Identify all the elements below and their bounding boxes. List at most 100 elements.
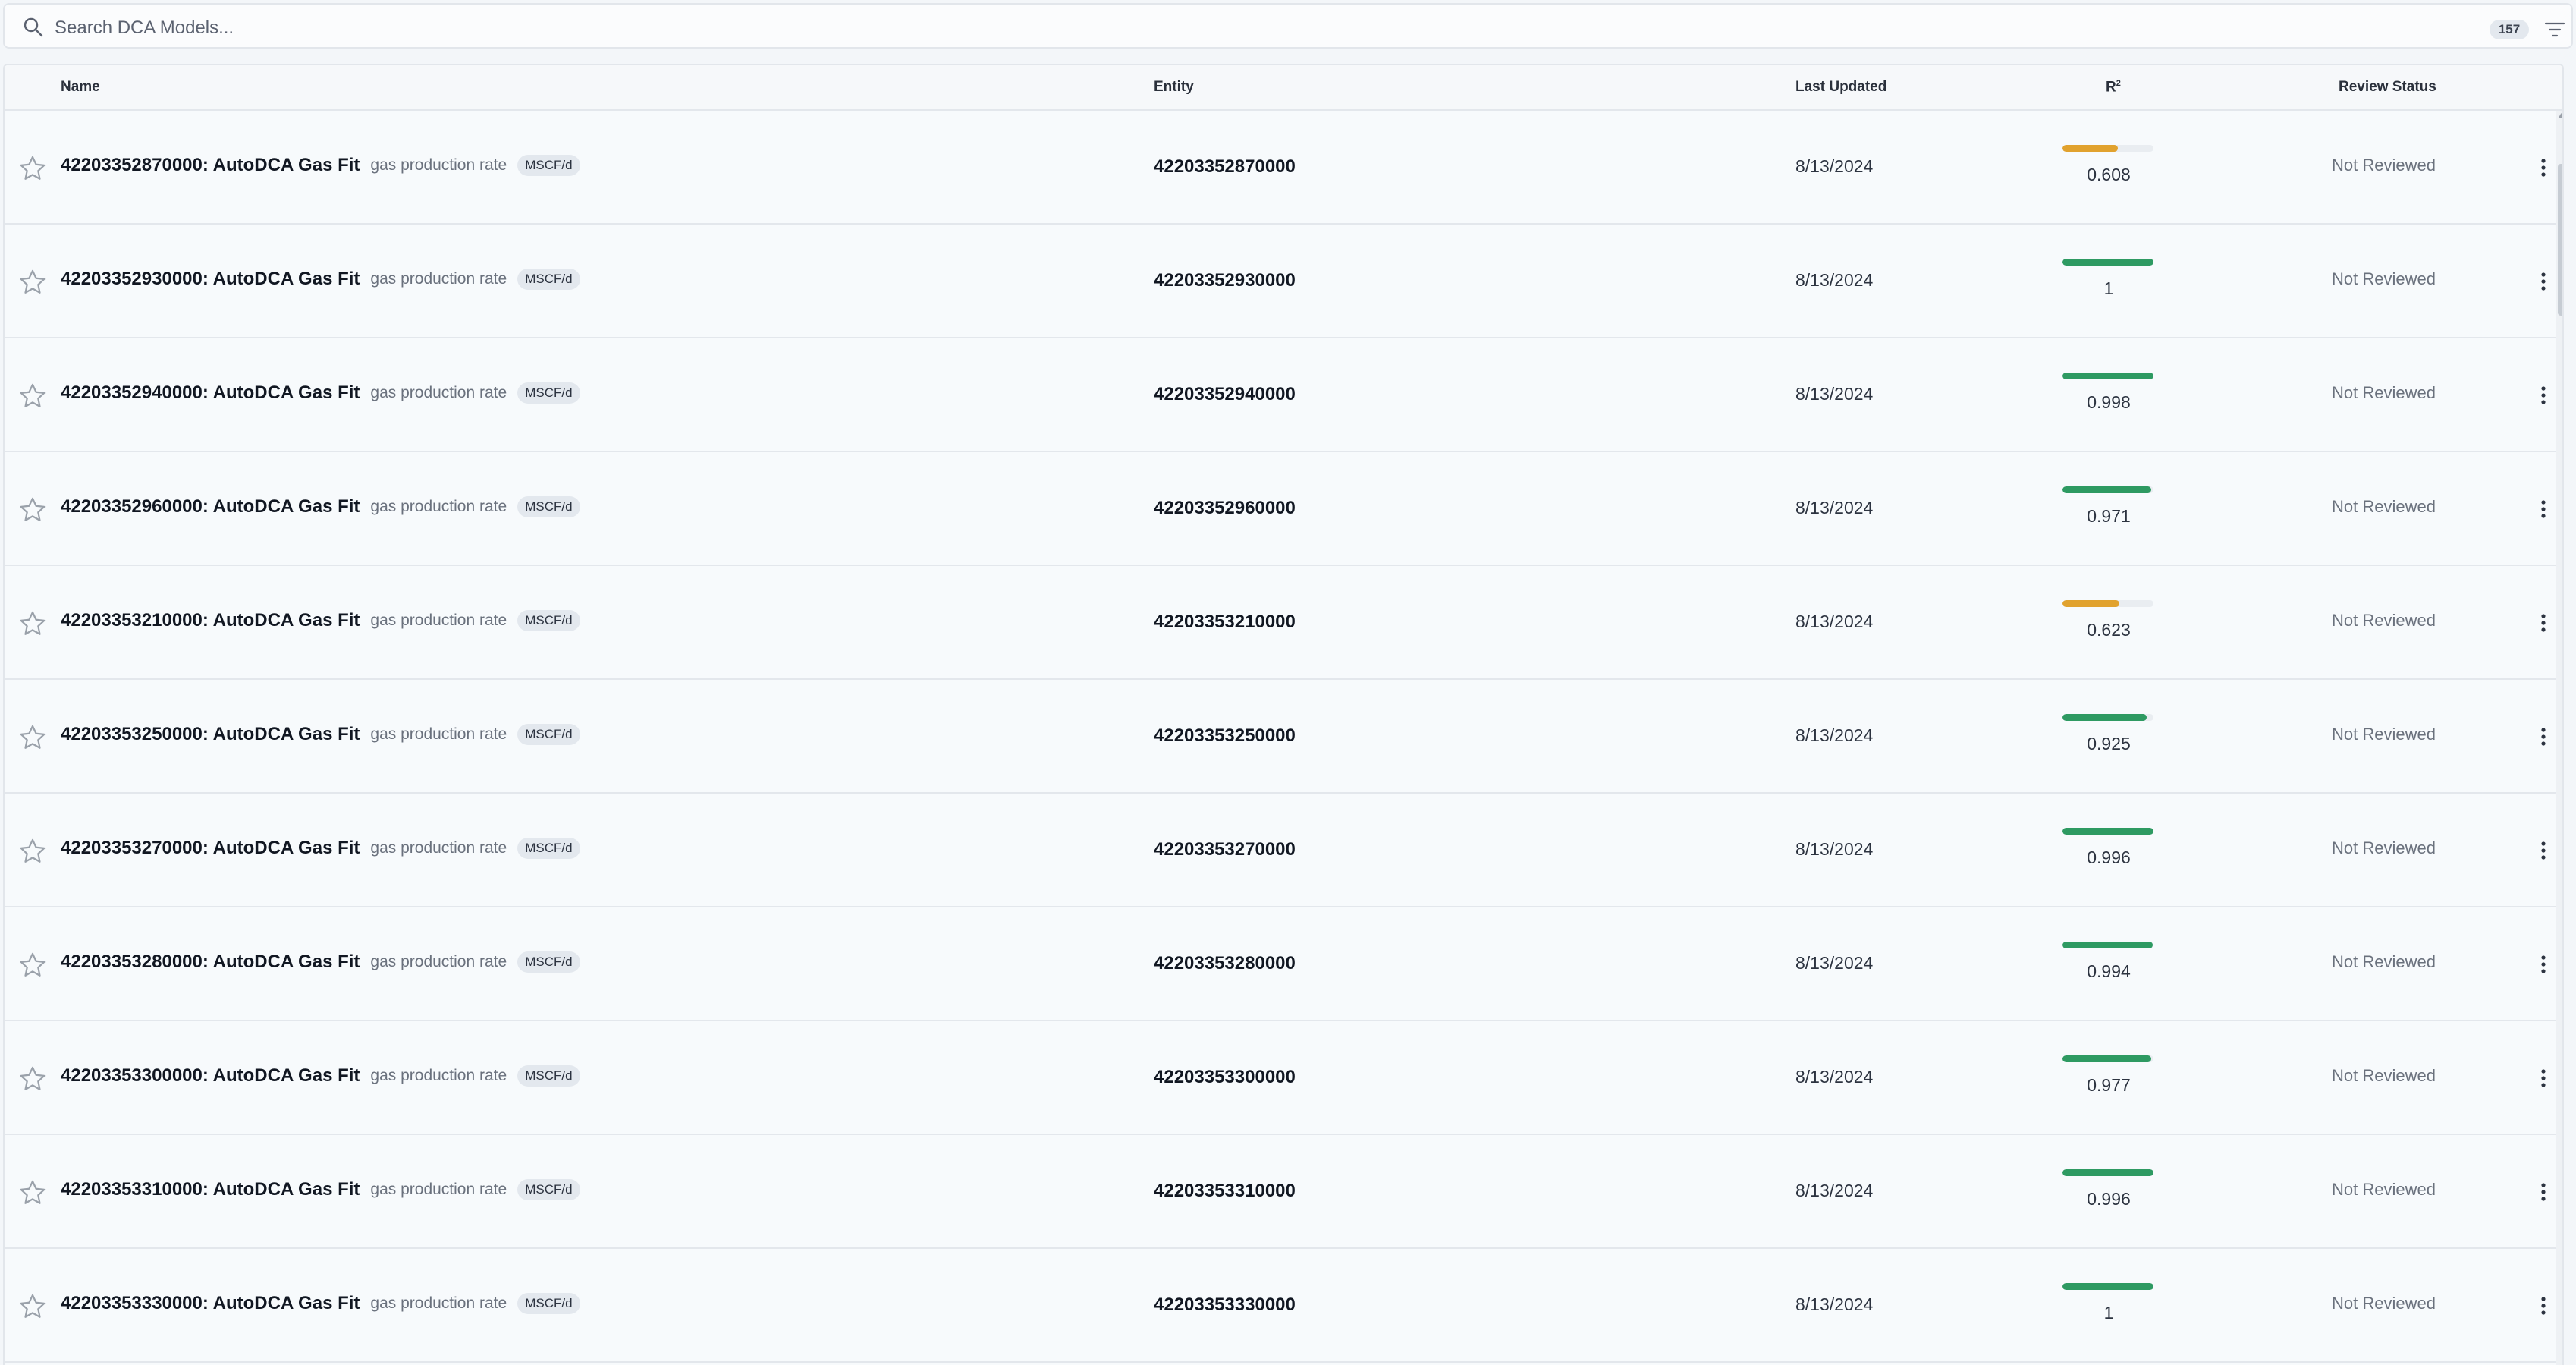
model-name[interactable]: 42203353210000: AutoDCA Gas Fit: [61, 610, 360, 631]
last-updated: 8/13/2024: [1795, 953, 1874, 973]
entity-id: 42203353300000: [1154, 1067, 1296, 1087]
table-row[interactable]: 42203353270000: AutoDCA Gas Fit gas prod…: [5, 794, 2562, 907]
table-row[interactable]: 42203353250000: AutoDCA Gas Fit gas prod…: [5, 680, 2562, 794]
unit-badge: MSCF/d: [517, 724, 580, 745]
more-options-icon[interactable]: [2534, 951, 2552, 977]
r2-bar: [2062, 259, 2153, 266]
r2-bar: [2062, 600, 2153, 607]
model-name[interactable]: 42203352960000: AutoDCA Gas Fit: [61, 496, 360, 517]
model-name[interactable]: 42203352940000: AutoDCA Gas Fit: [61, 382, 360, 404]
model-name[interactable]: 42203353330000: AutoDCA Gas Fit: [61, 1293, 360, 1314]
unit-badge: MSCF/d: [517, 1293, 580, 1314]
entity-id: 42203352930000: [1154, 270, 1296, 291]
last-updated: 8/13/2024: [1795, 1181, 1874, 1200]
review-status: Not Reviewed: [2332, 1294, 2436, 1313]
review-status: Not Reviewed: [2332, 269, 2436, 288]
scroll-up-arrow-icon[interactable]: [2558, 111, 2564, 120]
more-options-icon[interactable]: [2534, 382, 2552, 408]
star-icon[interactable]: [18, 268, 47, 297]
models-table: Name Entity Last Updated R2 Review Statu…: [3, 64, 2564, 1365]
table-row[interactable]: 42203352930000: AutoDCA Gas Fit gas prod…: [5, 225, 2562, 338]
table-row[interactable]: 42203353280000: AutoDCA Gas Fit gas prod…: [5, 907, 2562, 1021]
star-icon[interactable]: [18, 1178, 47, 1207]
r2-bar: [2062, 942, 2153, 948]
model-description: gas production rate: [370, 270, 507, 288]
more-options-icon[interactable]: [2534, 838, 2552, 863]
table-row[interactable]: 42203352940000: AutoDCA Gas Fit gas prod…: [5, 338, 2562, 452]
model-description: gas production rate: [370, 156, 507, 174]
model-name[interactable]: 42203353280000: AutoDCA Gas Fit: [61, 951, 360, 973]
more-options-icon[interactable]: [2534, 610, 2552, 636]
table-row[interactable]: 42203352960000: AutoDCA Gas Fit gas prod…: [5, 452, 2562, 566]
search-icon: [24, 17, 43, 37]
star-icon[interactable]: [18, 495, 47, 524]
star-icon[interactable]: [18, 837, 47, 866]
r2-bar: [2062, 828, 2153, 835]
last-updated: 8/13/2024: [1795, 156, 1874, 176]
star-icon[interactable]: [18, 382, 47, 410]
name-cell: 42203352940000: AutoDCA Gas Fit gas prod…: [61, 382, 580, 404]
review-status: Not Reviewed: [2332, 497, 2436, 516]
r2-bar: [2062, 486, 2153, 493]
model-name[interactable]: 42203352870000: AutoDCA Gas Fit: [61, 155, 360, 176]
model-description: gas production rate: [370, 498, 507, 515]
entity-id: 42203353330000: [1154, 1294, 1296, 1315]
r2-bar-fill: [2062, 486, 2151, 493]
search-input[interactable]: [53, 12, 2408, 44]
star-icon[interactable]: [18, 723, 47, 752]
name-cell: 42203353280000: AutoDCA Gas Fit gas prod…: [61, 951, 580, 973]
column-header-r2[interactable]: R2: [2106, 79, 2121, 96]
name-cell: 42203353310000: AutoDCA Gas Fit gas prod…: [61, 1179, 580, 1200]
r2-value: 0.996: [2087, 848, 2131, 867]
last-updated: 8/13/2024: [1795, 725, 1874, 745]
last-updated: 8/13/2024: [1795, 1067, 1874, 1087]
table-header: Name Entity Last Updated R2 Review Statu…: [5, 65, 2562, 111]
unit-badge: MSCF/d: [517, 382, 580, 404]
model-description: gas production rate: [370, 953, 507, 970]
model-name[interactable]: 42203353300000: AutoDCA Gas Fit: [61, 1065, 360, 1087]
more-options-icon[interactable]: [2534, 724, 2552, 750]
model-name[interactable]: 42203353270000: AutoDCA Gas Fit: [61, 838, 360, 859]
star-icon[interactable]: [18, 951, 47, 980]
r2-bar: [2062, 1283, 2153, 1290]
table-row[interactable]: 42203353300000: AutoDCA Gas Fit gas prod…: [5, 1021, 2562, 1135]
model-description: gas production rate: [370, 839, 507, 857]
r2-superscript: 2: [2116, 79, 2121, 88]
column-header-entity[interactable]: Entity: [1154, 79, 1194, 96]
review-status: Not Reviewed: [2332, 838, 2436, 857]
column-header-last-updated[interactable]: Last Updated: [1795, 79, 1886, 96]
model-name[interactable]: 42203352930000: AutoDCA Gas Fit: [61, 269, 360, 290]
model-name[interactable]: 42203353310000: AutoDCA Gas Fit: [61, 1179, 360, 1200]
r2-value: 0.994: [2087, 961, 2131, 981]
star-icon[interactable]: [18, 1292, 47, 1321]
more-options-icon[interactable]: [2534, 269, 2552, 294]
unit-badge: MSCF/d: [517, 496, 580, 517]
r2-bar-fill: [2062, 942, 2153, 948]
model-name[interactable]: 42203353250000: AutoDCA Gas Fit: [61, 724, 360, 745]
review-status: Not Reviewed: [2332, 1066, 2436, 1085]
more-options-icon[interactable]: [2534, 155, 2552, 181]
more-options-icon[interactable]: [2534, 1293, 2552, 1319]
table-row[interactable]: 42203353210000: AutoDCA Gas Fit gas prod…: [5, 566, 2562, 680]
name-cell: 42203353250000: AutoDCA Gas Fit gas prod…: [61, 724, 580, 745]
column-header-name[interactable]: Name: [61, 79, 100, 96]
table-row[interactable]: 42203353330000: AutoDCA Gas Fit gas prod…: [5, 1249, 2562, 1363]
star-icon[interactable]: [18, 154, 47, 183]
r2-bar-fill: [2062, 1283, 2153, 1290]
scrollbar-thumb[interactable]: [2558, 164, 2562, 316]
model-description: gas production rate: [370, 612, 507, 629]
star-icon[interactable]: [18, 1065, 47, 1093]
more-options-icon[interactable]: [2534, 1179, 2552, 1205]
review-status: Not Reviewed: [2332, 725, 2436, 744]
r2-value: 0.925: [2087, 734, 2131, 753]
star-icon[interactable]: [18, 609, 47, 638]
more-options-icon[interactable]: [2534, 496, 2552, 522]
table-row[interactable]: 42203352870000: AutoDCA Gas Fit gas prod…: [5, 111, 2562, 225]
more-options-icon[interactable]: [2534, 1065, 2552, 1091]
r2-value: 0.977: [2087, 1075, 2131, 1095]
table-row[interactable]: 42203353310000: AutoDCA Gas Fit gas prod…: [5, 1135, 2562, 1249]
entity-id: 42203353280000: [1154, 953, 1296, 973]
filter-icon[interactable]: [2544, 20, 2565, 39]
column-header-review-status[interactable]: Review Status: [2339, 79, 2436, 96]
name-cell: 42203353270000: AutoDCA Gas Fit gas prod…: [61, 838, 580, 859]
